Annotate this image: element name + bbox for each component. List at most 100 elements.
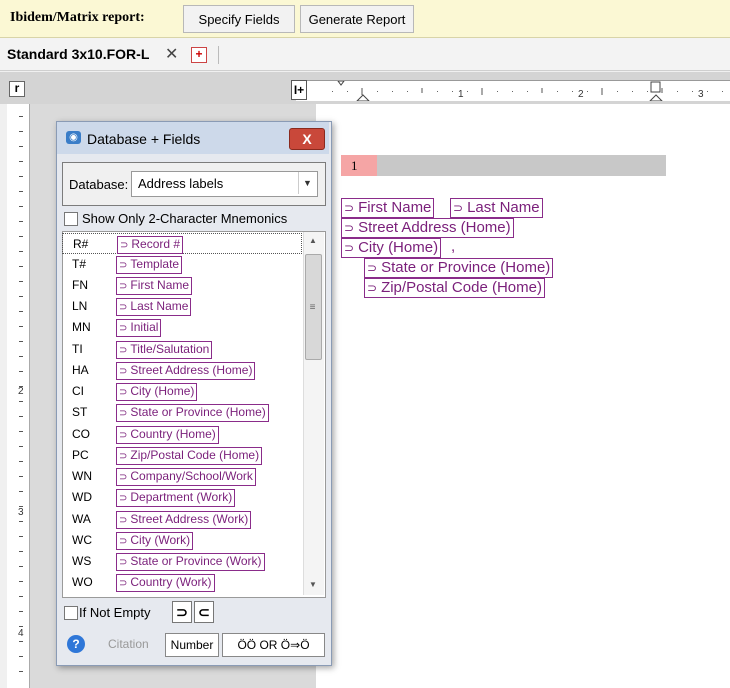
report-title: Ibidem/Matrix report: bbox=[10, 10, 145, 25]
page-field-first-name[interactable]: ⊃ First Name bbox=[341, 198, 435, 218]
chevron-down-icon[interactable]: ▼ bbox=[298, 172, 316, 194]
field-token: ⊃ State or Province (Home) bbox=[116, 404, 269, 422]
ruler-number: 3 bbox=[698, 89, 704, 100]
mnemonics-label: Show Only 2-Character Mnemonics bbox=[82, 211, 288, 226]
close-field-button[interactable]: ⊂ bbox=[194, 601, 214, 623]
field-name: State or Province (Work) bbox=[130, 554, 262, 568]
database-select-value: Address labels bbox=[138, 176, 224, 191]
list-item[interactable]: ST ⊃ State or Province (Home) bbox=[62, 402, 302, 423]
new-tab-icon[interactable]: + bbox=[191, 47, 207, 63]
record-number: 1 bbox=[341, 155, 377, 176]
list-item[interactable]: TI ⊃ Title/Salutation bbox=[62, 339, 302, 360]
field-arrow-icon: ⊃ bbox=[119, 281, 128, 292]
field-name: First Name bbox=[130, 278, 190, 292]
field-name: Last Name bbox=[130, 299, 189, 313]
field-code: WC bbox=[72, 533, 92, 547]
field-arrow-icon: ⊃ bbox=[119, 302, 128, 313]
dialog-close-button[interactable]: X bbox=[289, 128, 325, 150]
field-code: WD bbox=[72, 490, 92, 504]
field-name: Country (Home) bbox=[130, 427, 216, 441]
database-icon: ◉ bbox=[66, 131, 81, 144]
field-arrow-icon: ⊃ bbox=[119, 366, 128, 377]
vertical-ruler-number: 2 bbox=[18, 386, 24, 397]
database-label: Database: bbox=[69, 177, 129, 192]
if-not-empty-label: If Not Empty bbox=[79, 605, 151, 620]
indent-marker[interactable]: I+ bbox=[291, 80, 307, 100]
if-not-empty-checkbox[interactable] bbox=[64, 606, 78, 620]
ruler-corner-button[interactable]: r bbox=[9, 81, 25, 97]
field-code: CI bbox=[72, 384, 84, 398]
list-item[interactable]: MN ⊃ Initial bbox=[62, 317, 302, 338]
list-item[interactable]: WC ⊃ City (Work) bbox=[62, 530, 302, 551]
list-item[interactable]: CI ⊃ City (Home) bbox=[62, 381, 302, 402]
page-field-last-name[interactable]: ⊃ Last Name bbox=[450, 198, 543, 218]
field-code: MN bbox=[72, 320, 91, 334]
scroll-down-icon[interactable]: ▼ bbox=[303, 580, 323, 589]
list-item[interactable]: CO ⊃ Country (Home) bbox=[62, 424, 302, 445]
field-arrow-icon: ⊃ bbox=[344, 241, 355, 255]
list-item[interactable]: HA ⊃ Street Address (Home) bbox=[62, 360, 302, 381]
field-name: City (Home) bbox=[130, 384, 195, 398]
field-token: ⊃ Department (Work) bbox=[116, 489, 236, 507]
list-item[interactable]: WA ⊃ Street Address (Work) bbox=[62, 509, 302, 530]
field-name: Initial bbox=[130, 320, 159, 334]
number-button[interactable]: Number bbox=[165, 633, 219, 657]
generate-report-button[interactable]: Generate Report bbox=[300, 5, 414, 33]
scroll-up-icon[interactable]: ▲ bbox=[303, 236, 323, 245]
field-code: WA bbox=[72, 512, 91, 526]
field-arrow-icon: ⊃ bbox=[119, 515, 128, 526]
citation-button[interactable]: Citation bbox=[108, 637, 149, 651]
page-field-label: State or Province (Home) bbox=[381, 259, 551, 276]
field-name: Street Address (Home) bbox=[130, 363, 253, 377]
document-tab[interactable]: Standard 3x10.FOR-L bbox=[7, 46, 149, 62]
field-code: T# bbox=[72, 257, 87, 271]
page-field-label: City (Home) bbox=[358, 239, 439, 256]
list-item[interactable]: PC ⊃ Zip/Postal Code (Home) bbox=[62, 445, 302, 466]
field-token: ⊃ Title/Salutation bbox=[116, 341, 213, 359]
field-arrow-icon: ⊃ bbox=[119, 451, 128, 462]
field-name: Zip/Postal Code (Home) bbox=[130, 448, 260, 462]
specify-fields-button[interactable]: Specify Fields bbox=[183, 5, 295, 33]
page-field-state[interactable]: ⊃ State or Province (Home) bbox=[364, 258, 554, 278]
field-token: ⊃ Street Address (Work) bbox=[116, 511, 252, 529]
field-name: Street Address (Work) bbox=[130, 512, 249, 526]
field-name: Country (Work) bbox=[130, 575, 212, 589]
field-token: ⊃ Country (Work) bbox=[116, 574, 215, 592]
page-field-label: First Name bbox=[358, 199, 432, 216]
open-field-button[interactable]: ⊃ bbox=[172, 601, 192, 623]
field-code: HA bbox=[72, 363, 89, 377]
field-code: WS bbox=[72, 554, 92, 568]
field-arrow-icon: ⊃ bbox=[119, 260, 128, 271]
quote-style-button[interactable]: ÖÖ OR Ö⇒Ö bbox=[222, 633, 325, 657]
field-code: ST bbox=[72, 405, 88, 419]
ruler-ticks bbox=[332, 81, 723, 101]
field-name: Department (Work) bbox=[130, 490, 233, 504]
field-arrow-icon: ⊃ bbox=[119, 536, 128, 547]
field-token: ⊃ Template bbox=[116, 256, 183, 274]
field-token: ⊃ Record # bbox=[117, 236, 184, 254]
field-arrow-icon: ⊃ bbox=[119, 323, 128, 334]
ruler-number: 2 bbox=[578, 89, 584, 100]
tab-close-icon[interactable]: ✕ bbox=[165, 44, 178, 64]
page-field-street-address[interactable]: ⊃ Street Address (Home) bbox=[341, 218, 514, 238]
field-code: WO bbox=[72, 575, 93, 589]
horizontal-ruler[interactable] bbox=[296, 80, 730, 101]
list-item[interactable]: WS ⊃ State or Province (Work) bbox=[62, 551, 302, 572]
list-item[interactable]: FN ⊃ First Name bbox=[62, 275, 302, 296]
help-icon[interactable]: ? bbox=[67, 635, 85, 653]
list-item[interactable]: WN ⊃ Company/School/Work bbox=[62, 466, 302, 487]
list-item[interactable]: WO ⊃ Country (Work) bbox=[62, 572, 302, 593]
list-item[interactable]: WD ⊃ Department (Work) bbox=[62, 487, 302, 508]
field-token: ⊃ Country (Home) bbox=[116, 426, 219, 444]
document-page[interactable] bbox=[316, 104, 730, 688]
page-field-city[interactable]: ⊃ City (Home) bbox=[341, 238, 442, 258]
field-arrow-icon: ⊃ bbox=[367, 281, 378, 295]
vertical-ruler-number: 4 bbox=[18, 628, 24, 639]
page-field-zip[interactable]: ⊃ Zip/Postal Code (Home) bbox=[364, 278, 545, 298]
mnemonics-checkbox[interactable] bbox=[64, 212, 78, 226]
list-item[interactable]: T# ⊃ Template bbox=[62, 254, 302, 275]
field-name: Company/School/Work bbox=[130, 469, 253, 483]
grip-icon: ≡ bbox=[309, 302, 316, 313]
list-item[interactable]: R# ⊃ Record # bbox=[62, 233, 302, 254]
list-item[interactable]: LN ⊃ Last Name bbox=[62, 296, 302, 317]
